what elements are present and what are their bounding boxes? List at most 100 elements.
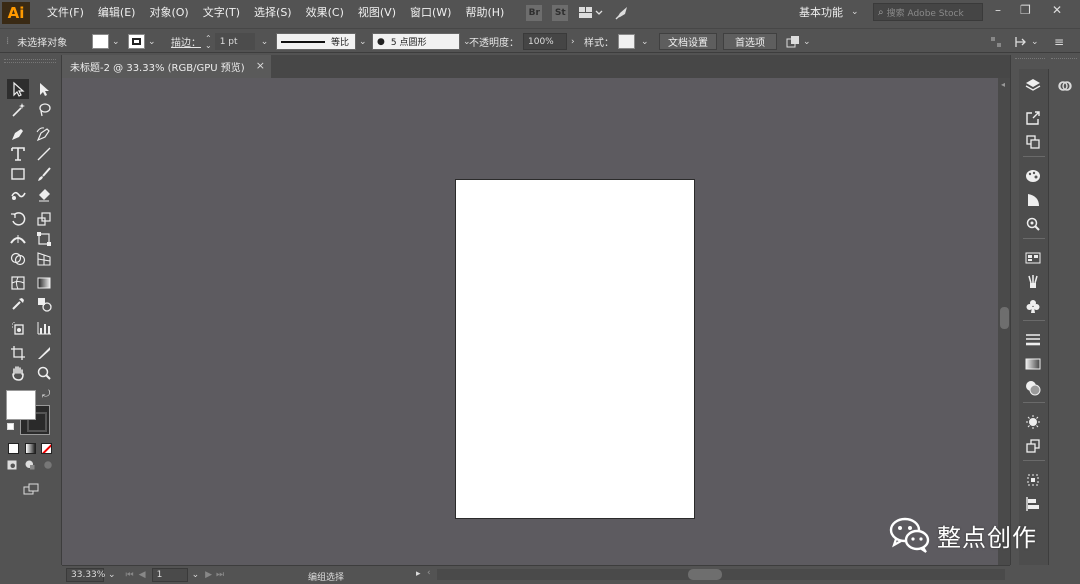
- fill-color-box[interactable]: [6, 390, 36, 420]
- rotate-tool[interactable]: [7, 209, 29, 229]
- opacity-input[interactable]: 100%: [523, 33, 567, 50]
- selection-tool[interactable]: [7, 79, 29, 99]
- shaper-tool[interactable]: [7, 185, 29, 205]
- symbols-panel-button[interactable]: [1022, 296, 1044, 316]
- stock-search-input[interactable]: ⌕ 搜索 Adobe Stock: [873, 3, 983, 21]
- document-canvas[interactable]: [62, 78, 998, 565]
- menu-help[interactable]: 帮助(H): [458, 0, 511, 26]
- color-mode-button[interactable]: [8, 443, 19, 454]
- stroke-panel-button[interactable]: [1022, 330, 1044, 350]
- opacity-label[interactable]: 不透明度：: [469, 34, 519, 49]
- transform-panel-toggle[interactable]: ⌄: [1014, 33, 1039, 50]
- align-panel-button[interactable]: [1022, 470, 1044, 490]
- transparency-panel-button[interactable]: [1022, 378, 1044, 398]
- gradient-panel-button[interactable]: [1022, 354, 1044, 374]
- perspective-grid-tool[interactable]: [33, 249, 55, 269]
- menu-file[interactable]: 文件(F): [40, 0, 91, 26]
- horizontal-scrollbar[interactable]: ‹: [427, 568, 1005, 580]
- appearance-panel-button[interactable]: [1022, 412, 1044, 432]
- color-panel-button[interactable]: [1022, 166, 1044, 186]
- zoom-dropdown-icon[interactable]: ⌄: [108, 570, 116, 580]
- free-transform-tool[interactable]: [33, 229, 55, 249]
- next-artboard-icon[interactable]: ▶: [205, 570, 212, 580]
- restore-button[interactable]: ❐: [1020, 3, 1031, 17]
- stroke-label[interactable]: 描边：: [171, 34, 201, 49]
- export-panel-button[interactable]: [1022, 108, 1044, 128]
- menu-edit[interactable]: 编辑(E): [91, 0, 143, 26]
- artboard-number-input[interactable]: 1: [151, 568, 188, 582]
- artboard[interactable]: [455, 179, 695, 519]
- swatches-panel-button[interactable]: [1022, 248, 1044, 268]
- swap-fill-stroke-icon[interactable]: ⤾: [42, 389, 50, 400]
- dock-grip-2[interactable]: [1051, 58, 1077, 61]
- stroke-weight-stepper[interactable]: ⌃ ⌄: [205, 34, 212, 49]
- magic-wand-tool[interactable]: [7, 100, 29, 120]
- dock-grip[interactable]: [1015, 58, 1045, 61]
- close-button[interactable]: ✕: [1052, 3, 1062, 17]
- blend-tool[interactable]: [33, 294, 55, 314]
- scale-tool[interactable]: [33, 209, 55, 229]
- shape-builder-tool[interactable]: [7, 249, 29, 269]
- screen-mode-button[interactable]: [20, 480, 42, 500]
- column-graph-tool[interactable]: [33, 318, 55, 338]
- draw-inside-button[interactable]: [40, 457, 56, 473]
- chevron-right-icon[interactable]: ›: [571, 37, 575, 47]
- gradient-mode-button[interactable]: [25, 443, 36, 454]
- graphic-styles-panel-button[interactable]: [1022, 436, 1044, 456]
- none-mode-button[interactable]: [41, 443, 52, 454]
- tools-panel-grip[interactable]: [4, 59, 56, 63]
- eraser-tool[interactable]: [33, 185, 55, 205]
- zoom-tool[interactable]: [33, 363, 55, 383]
- stroke-weight-input[interactable]: 1 pt: [214, 33, 255, 50]
- rectangle-tool[interactable]: [7, 164, 29, 184]
- width-tool[interactable]: [7, 229, 29, 249]
- symbol-sprayer-tool[interactable]: [7, 318, 29, 338]
- artboards-panel-button[interactable]: [1022, 132, 1044, 152]
- last-artboard-icon[interactable]: ⏭: [216, 570, 224, 580]
- zoom-level-input[interactable]: 33.33%: [66, 568, 105, 582]
- document-tab[interactable]: 未标题-2 @ 33.33% (RGB/GPU 预览) ×: [62, 55, 271, 78]
- minimize-button[interactable]: –: [995, 3, 1001, 17]
- variable-width-profile[interactable]: 等比 ⌄: [276, 33, 367, 50]
- vertical-scrollbar[interactable]: ◂: [998, 78, 1010, 565]
- arrange-documents-button[interactable]: [577, 4, 605, 22]
- libraries-panel-button[interactable]: [1054, 75, 1076, 95]
- draw-normal-button[interactable]: [4, 457, 20, 473]
- status-menu-icon[interactable]: ▸: [416, 569, 421, 579]
- mesh-tool[interactable]: [7, 273, 29, 293]
- draw-behind-button[interactable]: [22, 457, 38, 473]
- document-setup-button[interactable]: 文档设置: [659, 33, 717, 50]
- menu-object[interactable]: 对象(O): [142, 0, 195, 26]
- menu-view[interactable]: 视图(V): [351, 0, 403, 26]
- first-artboard-icon[interactable]: ⏮: [126, 570, 134, 580]
- slice-tool[interactable]: [33, 343, 55, 363]
- recolor-panel-button[interactable]: [1022, 214, 1044, 234]
- type-tool[interactable]: [7, 144, 29, 164]
- menu-type[interactable]: 文字(T): [196, 0, 247, 26]
- direct-selection-tool[interactable]: [33, 79, 55, 99]
- chevron-down-icon[interactable]: ⌄: [641, 37, 649, 47]
- pen-tool[interactable]: [7, 124, 29, 144]
- default-fill-stroke-icon[interactable]: [7, 423, 14, 430]
- horizontal-scroll-thumb[interactable]: [688, 569, 722, 580]
- pathfinder-panel-button[interactable]: [1022, 494, 1044, 514]
- gradient-tool[interactable]: [33, 273, 55, 293]
- menu-window[interactable]: 窗口(W): [403, 0, 458, 26]
- lasso-tool[interactable]: [33, 100, 55, 120]
- arrange-menu[interactable]: ⌄: [786, 33, 811, 50]
- color-guide-panel-button[interactable]: [1022, 190, 1044, 210]
- align-panel-toggle[interactable]: [990, 33, 1002, 50]
- line-segment-tool[interactable]: [33, 144, 55, 164]
- graphic-style-swatch[interactable]: [618, 34, 635, 49]
- artboard-dropdown-icon[interactable]: ⌄: [192, 570, 200, 580]
- scroll-up-icon[interactable]: ◂: [1001, 80, 1005, 89]
- close-tab-icon[interactable]: ×: [256, 59, 265, 72]
- preferences-button[interactable]: 首选项: [723, 33, 777, 50]
- fill-color-picker[interactable]: ⌄: [92, 33, 120, 50]
- vertical-scroll-thumb[interactable]: [1000, 307, 1009, 329]
- brushes-panel-button[interactable]: [1022, 272, 1044, 292]
- panel-menu-button[interactable]: ≡: [1054, 33, 1064, 50]
- bridge-button[interactable]: Br: [525, 4, 543, 22]
- layers-panel-button[interactable]: [1022, 75, 1044, 95]
- gpu-performance-button[interactable]: [613, 4, 631, 22]
